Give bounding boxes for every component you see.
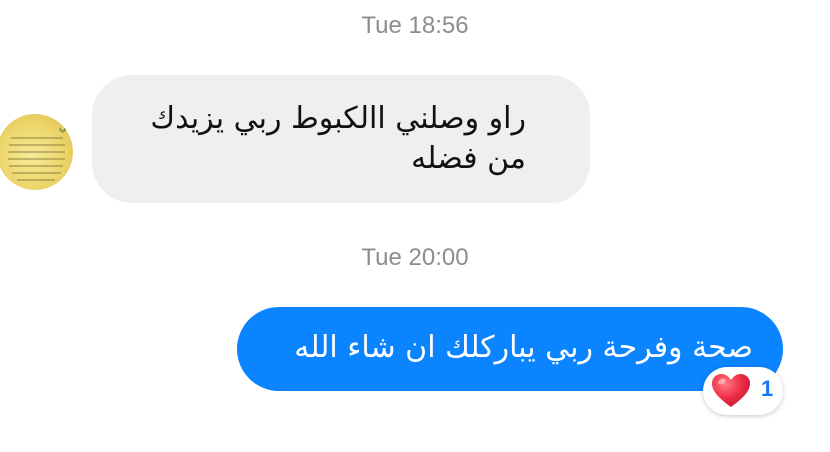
reaction-badge[interactable]: 1 — [703, 367, 783, 415]
avatar-text: اللهم اغفر لي — [59, 122, 73, 133]
timestamp: Tue 20:00 — [361, 244, 469, 271]
timestamp: Tue 18:56 — [361, 12, 469, 39]
sender-avatar[interactable]: اللهم اغفر لي — [0, 114, 73, 190]
outgoing-message-bubble[interactable]: صحة وفرحة ربي يباركلك ان شاء الله — [237, 307, 783, 391]
heart-icon — [712, 374, 750, 407]
message-text: راو وصلني االكبوط ربي يزيدك من فضله — [150, 101, 526, 176]
reaction-count: 1 — [761, 376, 774, 401]
incoming-message-bubble[interactable]: راو وصلني االكبوط ربي يزيدك من فضله — [92, 75, 590, 203]
message-text: صحة وفرحة ربي يباركلك ان شاء الله — [294, 330, 753, 365]
